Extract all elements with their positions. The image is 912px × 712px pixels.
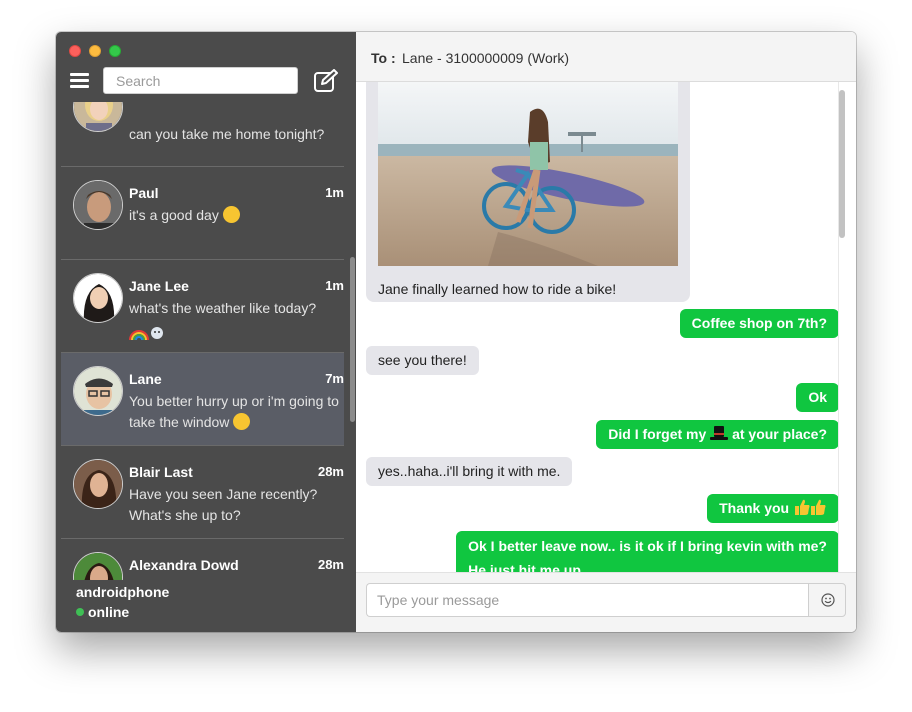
conversation-name: Lane [129, 371, 162, 387]
conversation-item[interactable]: can you take me home tonight? [61, 102, 344, 167]
sidebar-toolbar [56, 66, 356, 100]
outgoing-message[interactable]: Did I forget my at your place? [596, 420, 839, 449]
message-text: Ok I better leave now.. is it ok if I br… [468, 538, 827, 554]
sidebar: can you take me home tonight? Paul 1m it… [56, 32, 356, 632]
avatar [73, 366, 123, 416]
message-text: Thank you [719, 500, 790, 516]
outgoing-message[interactable]: Ok I better leave now.. is it ok if I br… [456, 531, 839, 572]
message-text: Did I forget my [608, 426, 707, 442]
smiley-icon [222, 206, 240, 223]
emoji-row [129, 323, 165, 346]
compose-icon[interactable] [313, 69, 339, 93]
avatar [73, 459, 123, 509]
conversation-item[interactable]: Jane Lee 1m what's the weather like toda… [61, 260, 344, 353]
conversation-item[interactable]: Paul 1m it's a good day [61, 167, 344, 260]
conversation-item-active[interactable]: Lane 7m You better hurry up or i'm going… [61, 353, 344, 446]
message-scrollbar-thumb[interactable] [839, 90, 845, 238]
conversation-preview: it's a good day [129, 207, 219, 223]
chat-pane: To : Lane - 3100000009 (Work) Jane final… [356, 32, 856, 632]
conversation-time: 28m [317, 464, 344, 479]
message-input[interactable] [366, 583, 809, 617]
app-window: can you take me home tonight? Paul 1m it… [56, 32, 856, 632]
smiley-icon [821, 593, 835, 607]
incoming-message[interactable]: yes..haha..i'll bring it with me. [366, 457, 573, 486]
outgoing-message[interactable]: Thank you [707, 494, 839, 523]
conversation-preview-row: it's a good day [129, 205, 329, 226]
avatar [73, 102, 123, 132]
outgoing-message[interactable]: Coffee shop on 7th? [679, 309, 839, 338]
recipient-label: To : [371, 50, 396, 66]
conversation-preview-row: You better hurry up or i'm going to take… [129, 391, 339, 433]
composer [356, 572, 856, 632]
conversation-time: 7m [325, 371, 344, 386]
minimize-window-button[interactable] [89, 45, 101, 57]
conversation-name: Paul [129, 185, 159, 201]
presence-panel: androidphone online [76, 584, 169, 620]
presence-status: online [76, 604, 169, 620]
conversation-item[interactable]: Blair Last 28m Have you seen Jane recent… [61, 446, 344, 539]
avatar [73, 552, 123, 580]
photo-caption: Jane finally learned how to ride a bike! [378, 281, 617, 297]
conversation-preview: can you take me home tonight? [129, 126, 325, 142]
top-hat-icon [710, 426, 729, 440]
message-text: He just hit me up [468, 562, 581, 572]
avatar [73, 273, 123, 323]
incoming-message[interactable]: see you there! [366, 346, 479, 375]
thumbs-up-icon [795, 499, 826, 515]
bike-photo [378, 82, 678, 266]
window-controls [69, 45, 121, 57]
conversation-name: Blair Last [129, 464, 193, 480]
conversation-list: can you take me home tonight? Paul 1m it… [61, 102, 344, 580]
conversation-name: Alexandra Dowd [129, 557, 239, 573]
conversation-time: 1m [325, 278, 344, 293]
conversation-preview: Have you seen Jane recently? What's she … [129, 486, 318, 523]
grin-icon [233, 413, 251, 430]
photo-message[interactable]: Jane finally learned how to ride a bike! [366, 82, 690, 302]
close-window-button[interactable] [69, 45, 81, 57]
account-name: androidphone [76, 584, 170, 600]
sidebar-scrollbar-thumb[interactable] [350, 257, 355, 422]
conversation-time: 1m [325, 185, 344, 200]
conversation-time: 28m [317, 557, 344, 572]
avatar [73, 180, 123, 230]
conversation-item[interactable]: Alexandra Dowd 28m [61, 539, 344, 580]
maximize-window-button[interactable] [109, 45, 121, 57]
chat-header: To : Lane - 3100000009 (Work) [356, 32, 856, 82]
message-text: at your place? [732, 426, 827, 442]
search-input[interactable] [103, 67, 298, 94]
outgoing-message[interactable]: Ok [796, 383, 839, 412]
presence-status-label: online [88, 604, 130, 620]
conversation-preview: what's the weather like today? [129, 300, 317, 316]
message-list: Jane finally learned how to ride a bike!… [356, 82, 839, 572]
recipient-value[interactable]: Lane - 3100000009 (Work) [402, 50, 569, 66]
rainbow-icon [129, 327, 163, 341]
emoji-button[interactable] [808, 583, 846, 617]
conversation-name: Jane Lee [129, 278, 189, 294]
online-status-icon [76, 608, 84, 616]
menu-icon[interactable] [70, 73, 89, 89]
